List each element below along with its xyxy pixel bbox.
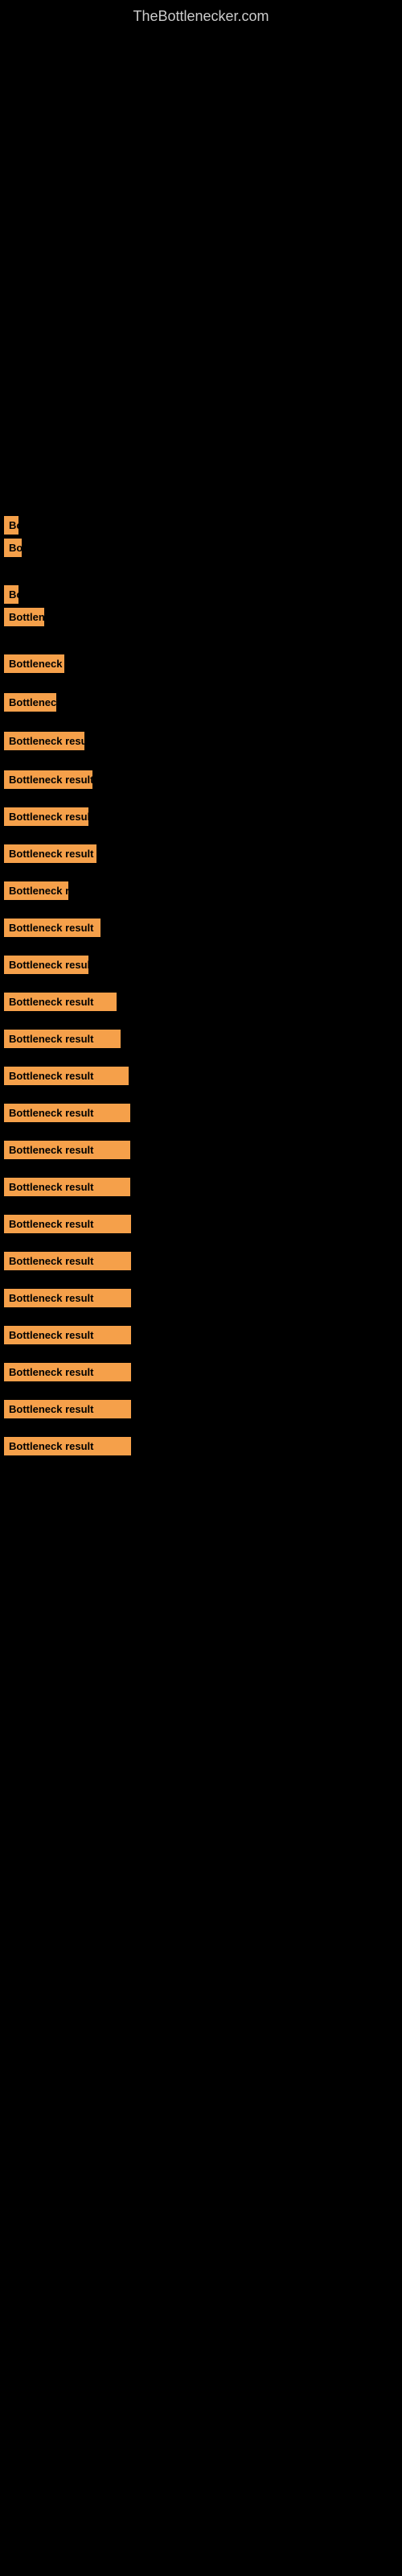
bottleneck-result-label: Bottleneck result — [4, 844, 96, 863]
bottleneck-result-label: Bottleneck result — [4, 516, 18, 535]
result-row: Bottleneck result — [0, 1289, 402, 1326]
result-row: Bottleneck result — [0, 993, 402, 1030]
result-row: Bottleneck result — [0, 844, 402, 881]
bottleneck-result-label: Bottleneck result — [4, 1104, 130, 1122]
result-row: Bottleneck result — [0, 1178, 402, 1215]
bottleneck-result-label: Bottleneck result — [4, 1289, 131, 1307]
bottleneck-result-label: Bottleneck result — [4, 1067, 129, 1085]
bottleneck-result-label: Bottleneck result — [4, 881, 68, 900]
result-row: Bottleneck result — [0, 1252, 402, 1289]
bottleneck-result-label: Bottleneck result — [4, 1141, 130, 1159]
result-row: Bottleneck result — [0, 1326, 402, 1363]
result-row: Bottleneck result — [0, 919, 402, 956]
bottleneck-result-label: Bottleneck result — [4, 919, 100, 937]
bottleneck-result-label: Bottleneck result — [4, 539, 22, 557]
result-row: Bottleneck result — [0, 1030, 402, 1067]
result-row: Bottleneck result — [0, 693, 402, 732]
result-row: Bottleneck result — [0, 1437, 402, 1474]
bottleneck-result-label: Bottleneck result — [4, 1252, 131, 1270]
result-row: Bottleneck result — [0, 1363, 402, 1400]
result-row: Bottleneck result — [0, 1067, 402, 1104]
result-row: Bottleneck result — [0, 881, 402, 919]
bottleneck-result-label: Bottleneck result — [4, 770, 92, 789]
result-row: Bottleneck result — [0, 1141, 402, 1178]
bottleneck-result-label: Bottleneck result — [4, 608, 44, 626]
site-title: TheBottlenecker.com — [0, 0, 402, 33]
bottleneck-result-label: Bottleneck result — [4, 956, 88, 974]
bottleneck-result-label: Bottleneck result — [4, 1437, 131, 1455]
bottleneck-result-label: Bottleneck result — [4, 1326, 131, 1344]
result-row: Bottleneck result — [0, 956, 402, 993]
bottleneck-result-label: Bottleneck result — [4, 693, 56, 712]
result-row: Bottleneck result — [0, 1104, 402, 1141]
result-row: Bottleneck result — [0, 654, 402, 693]
bottleneck-result-label: Bottleneck result — [4, 1178, 130, 1196]
result-row: Bottleneck result — [0, 608, 402, 654]
result-row: Bottleneck result — [0, 539, 402, 585]
bottleneck-result-label: Bottleneck result — [4, 807, 88, 826]
result-row: Bottleneck result — [0, 732, 402, 770]
bottleneck-result-label: Bottleneck result — [4, 1030, 121, 1048]
result-row: Bottleneck result — [0, 1215, 402, 1252]
result-row: Bottleneck result — [0, 585, 402, 608]
result-row: Bottleneck result — [0, 770, 402, 807]
bottleneck-result-label: Bottleneck result — [4, 1215, 131, 1233]
bottleneck-result-label: Bottleneck result — [4, 1363, 131, 1381]
bottleneck-result-label: Bottleneck result — [4, 1400, 131, 1418]
bottleneck-result-label: Bottleneck result — [4, 993, 117, 1011]
bottleneck-result-label: Bottleneck result — [4, 732, 84, 750]
bottleneck-result-label: Bottleneck result — [4, 585, 18, 604]
result-row: Bottleneck result — [0, 516, 402, 539]
bottleneck-result-label: Bottleneck result — [4, 654, 64, 673]
result-row: Bottleneck result — [0, 807, 402, 844]
result-row: Bottleneck result — [0, 1400, 402, 1437]
